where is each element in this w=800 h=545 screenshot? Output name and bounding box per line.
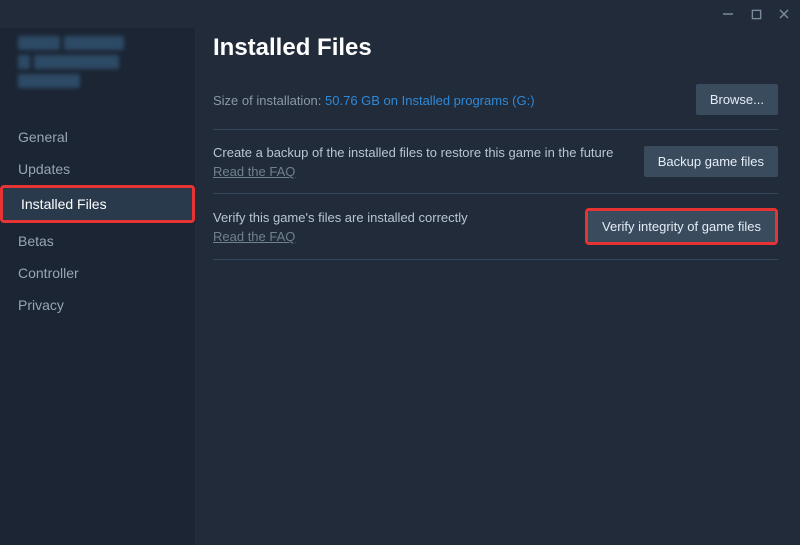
- backup-desc: Create a backup of the installed files t…: [213, 144, 628, 162]
- close-button[interactable]: [776, 6, 792, 22]
- verify-faq-link[interactable]: Read the FAQ: [213, 229, 295, 244]
- sidebar-item-installed-files[interactable]: Installed Files: [3, 188, 192, 220]
- sidebar-item-controller[interactable]: Controller: [0, 257, 195, 289]
- browse-button[interactable]: Browse...: [696, 84, 778, 115]
- highlight-installed-files: Installed Files: [0, 185, 195, 223]
- row-verify: Verify this game's files are installed c…: [213, 194, 778, 260]
- sidebar-item-betas[interactable]: Betas: [0, 225, 195, 257]
- sidebar-nav: General Updates Installed Files Betas Co…: [0, 121, 195, 321]
- size-label: Size of installation:: [213, 93, 325, 108]
- body: General Updates Installed Files Betas Co…: [0, 28, 800, 545]
- sidebar-item-updates[interactable]: Updates: [0, 153, 195, 185]
- row-size: Size of installation: 50.76 GB on Instal…: [213, 80, 778, 130]
- maximize-button[interactable]: [748, 6, 764, 22]
- verify-desc: Verify this game's files are installed c…: [213, 209, 569, 227]
- backup-faq-link[interactable]: Read the FAQ: [213, 164, 295, 179]
- window-root: General Updates Installed Files Betas Co…: [0, 0, 800, 545]
- sidebar-title-blurred: [0, 34, 195, 111]
- minimize-button[interactable]: [720, 6, 736, 22]
- titlebar: [0, 0, 800, 28]
- verify-button[interactable]: Verify integrity of game files: [588, 211, 775, 242]
- page-title: Installed Files: [213, 34, 778, 62]
- backup-button[interactable]: Backup game files: [644, 146, 778, 177]
- size-value-link[interactable]: 50.76 GB on Installed programs (G:): [325, 93, 535, 108]
- main-panel: Installed Files Size of installation: 50…: [195, 28, 800, 545]
- highlight-verify-button: Verify integrity of game files: [585, 208, 778, 245]
- sidebar: General Updates Installed Files Betas Co…: [0, 28, 195, 545]
- sidebar-item-general[interactable]: General: [0, 121, 195, 153]
- sidebar-item-privacy[interactable]: Privacy: [0, 289, 195, 321]
- row-backup: Create a backup of the installed files t…: [213, 130, 778, 194]
